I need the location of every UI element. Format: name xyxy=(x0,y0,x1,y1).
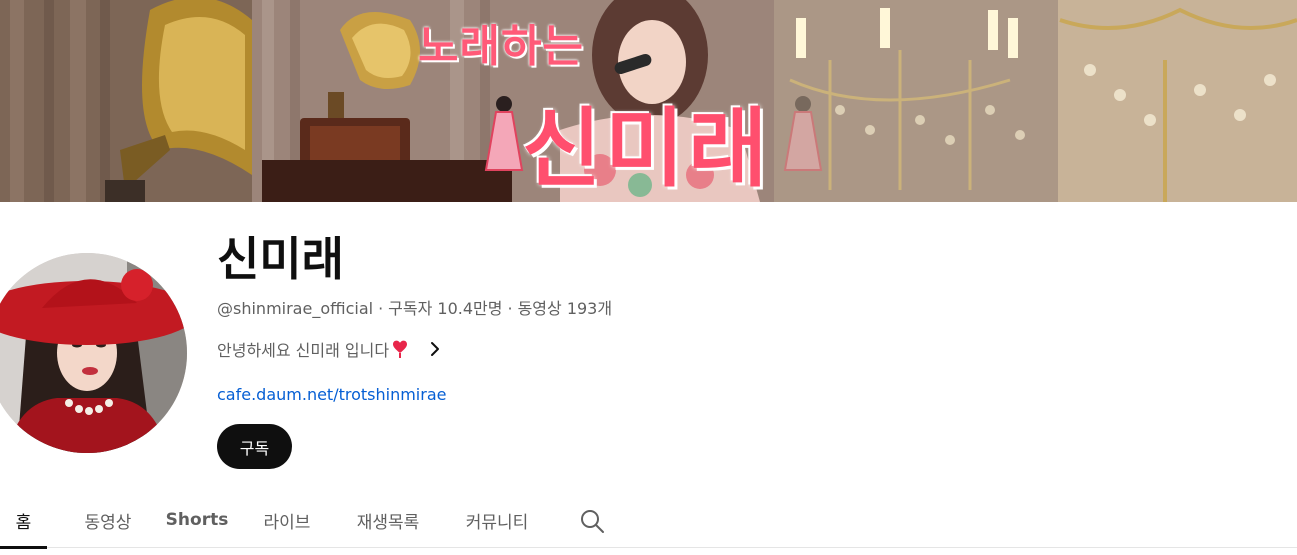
banner-title-main: 신미래 xyxy=(522,99,772,199)
channel-search-button[interactable] xyxy=(576,505,608,537)
avatar-image xyxy=(0,253,187,453)
tab-live[interactable]: 라이브 xyxy=(252,492,322,548)
subscribe-button[interactable]: 구독 xyxy=(217,424,292,469)
channel-description[interactable]: 안녕하세요 신미래 입니다 xyxy=(217,337,445,361)
channel-name: 신미래 xyxy=(217,232,344,286)
tab-shorts[interactable]: Shorts xyxy=(163,492,231,548)
channel-meta: @shinmirae_official · 구독자 10.4만명 · 동영상 193개 xyxy=(217,297,612,321)
heart-icon xyxy=(393,340,408,358)
description-text: 안녕하세요 신미래 입니다 xyxy=(217,341,390,360)
tab-community[interactable]: 커뮤니티 xyxy=(452,492,542,548)
channel-link[interactable]: cafe.daum.net/trotshinmirae xyxy=(217,384,446,406)
channel-page: 노래하는 신미래 신미래 @shinmirae_official · 구독자 1… xyxy=(0,0,1297,555)
channel-avatar[interactable] xyxy=(0,253,187,453)
channel-banner: 노래하는 신미래 xyxy=(0,0,1297,202)
tab-playlists[interactable]: 재생목록 xyxy=(343,492,433,548)
search-icon xyxy=(581,510,604,533)
channel-handle: @shinmirae_official xyxy=(217,299,374,318)
tab-home[interactable]: 홈 xyxy=(0,492,47,549)
subscriber-count: 구독자 10.4만명 xyxy=(388,299,503,318)
video-count: 동영상 193개 xyxy=(517,299,613,318)
tab-videos[interactable]: 동영상 xyxy=(72,492,144,548)
chevron-right-icon[interactable] xyxy=(425,339,445,359)
channel-tabs: 홈 동영상 Shorts 라이브 재생목록 커뮤니티 xyxy=(0,492,1297,549)
meta-separator: · xyxy=(507,299,513,318)
banner-title-top: 노래하는 xyxy=(418,21,584,72)
meta-separator: · xyxy=(378,299,384,318)
